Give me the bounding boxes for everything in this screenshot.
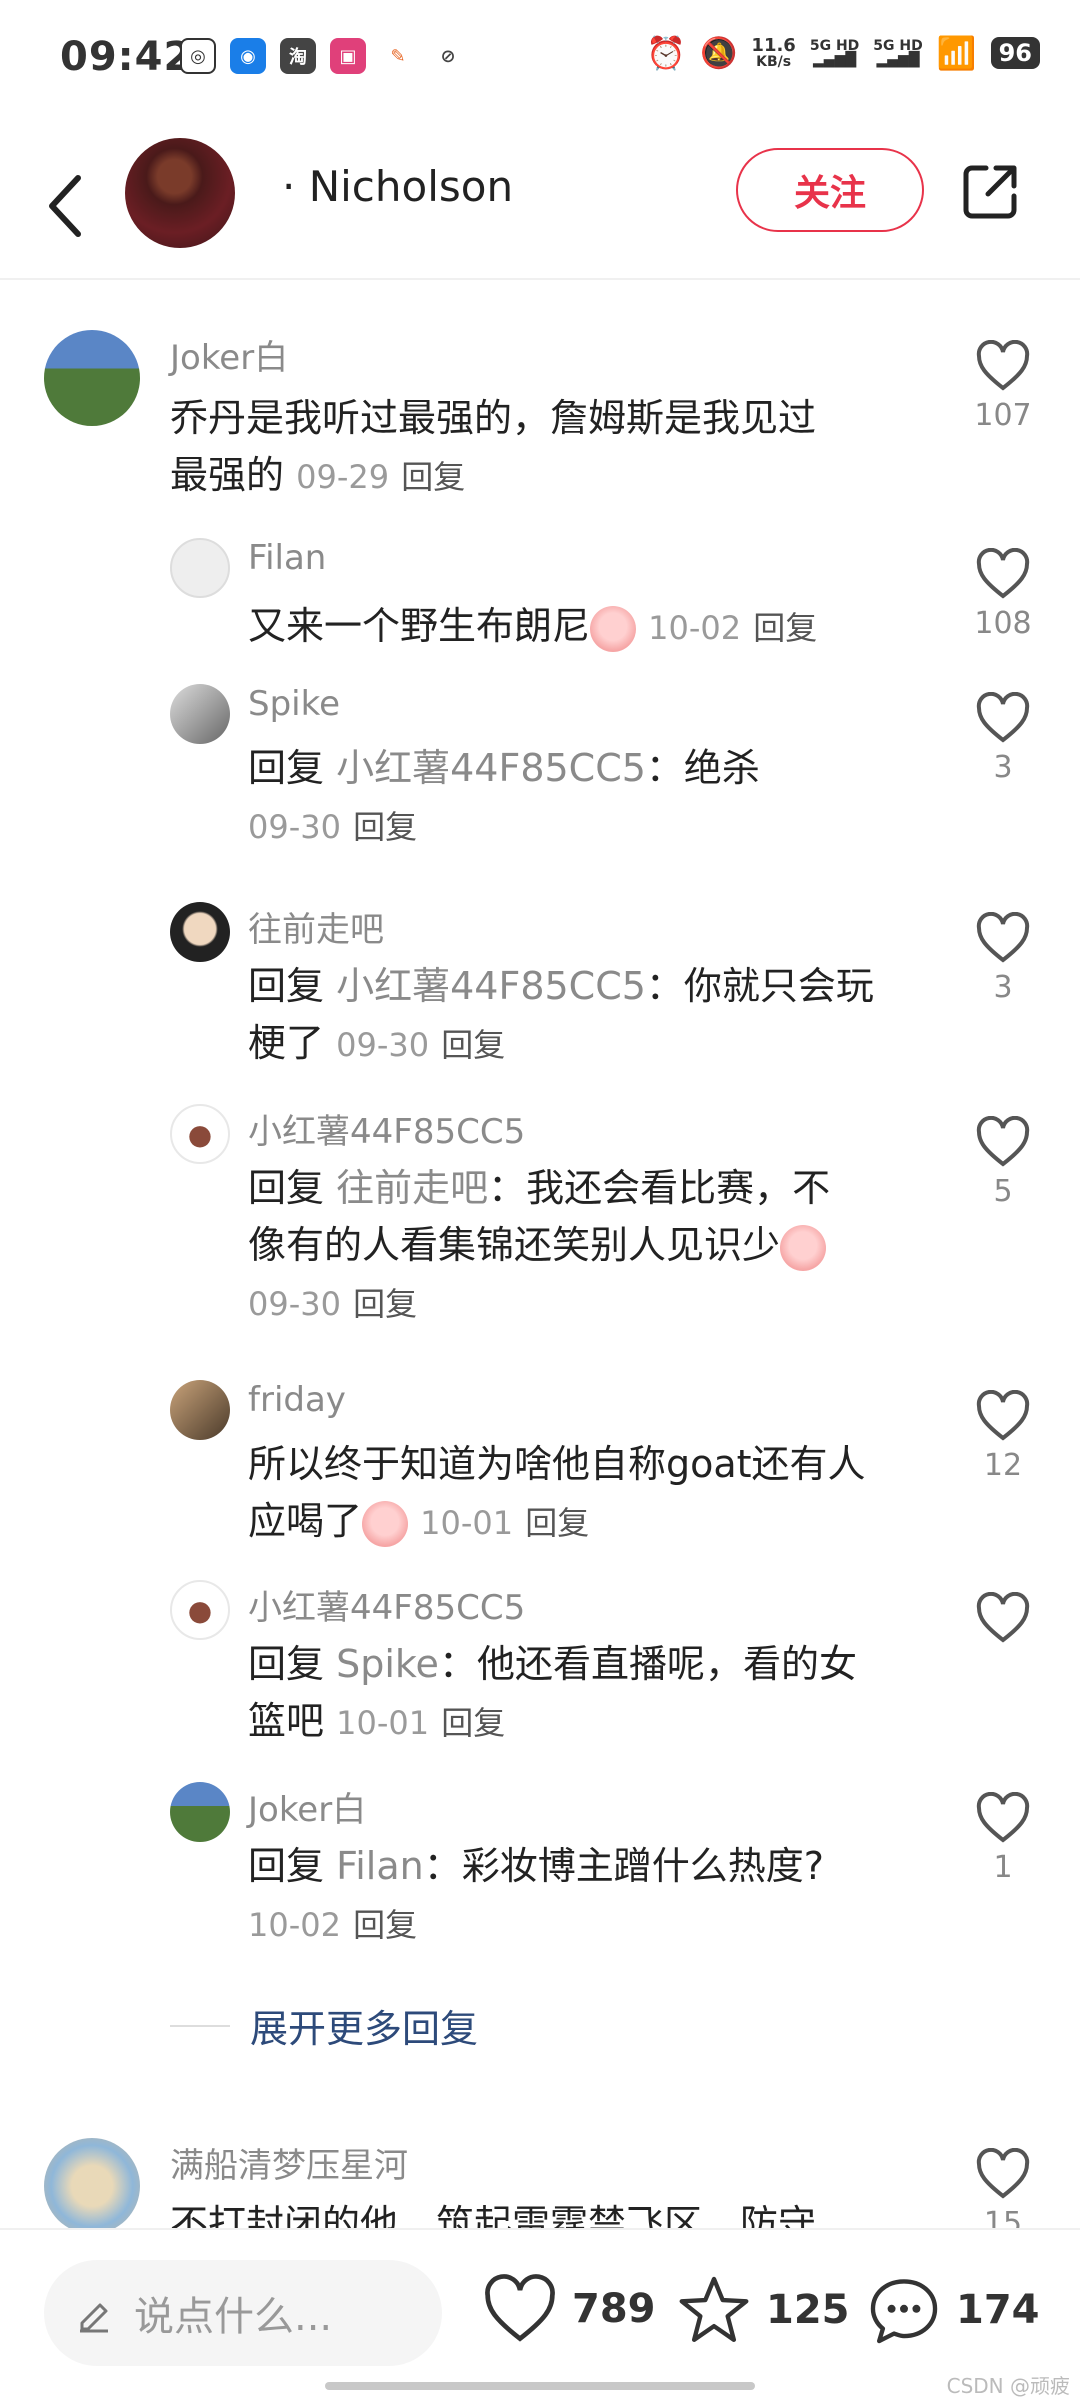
comment-username[interactable]: 满船清梦压星河 — [170, 2138, 408, 2187]
pencil-icon — [80, 2303, 108, 2333]
like-button[interactable]: 15 — [968, 2148, 1038, 2228]
heart-icon — [976, 2148, 1030, 2199]
bottom-action-bar: 说点什么... 789 125 174 — [0, 2228, 1080, 2400]
heart-icon — [485, 2274, 555, 2342]
avatar[interactable] — [44, 2138, 140, 2228]
like-count: 15 — [983, 2206, 1023, 2228]
chat-bubble-icon — [870, 2279, 938, 2344]
collect-total: 125 — [766, 2287, 850, 2333]
star-icon — [679, 2276, 749, 2342]
collect-button[interactable]: 125 — [676, 2274, 850, 2346]
comment-total: 174 — [956, 2287, 1040, 2333]
comment-input[interactable]: 说点什么... — [44, 2260, 442, 2366]
input-placeholder: 说点什么... — [134, 2294, 333, 2340]
like-post-button[interactable]: 789 — [482, 2274, 656, 2344]
home-indicator[interactable] — [325, 2382, 755, 2390]
comment-button[interactable]: 174 — [866, 2274, 1040, 2346]
watermark: CSDN @顽疲 — [946, 2374, 1070, 2398]
comment-text[interactable]: 不打封闭的他，筑起雷霆禁飞区，防守 — [170, 2196, 930, 2228]
comment-item: 满船清梦压星河 不打封闭的他，筑起雷霆禁飞区，防守 15 — [0, 0, 1080, 2228]
like-total: 789 — [572, 2286, 656, 2332]
